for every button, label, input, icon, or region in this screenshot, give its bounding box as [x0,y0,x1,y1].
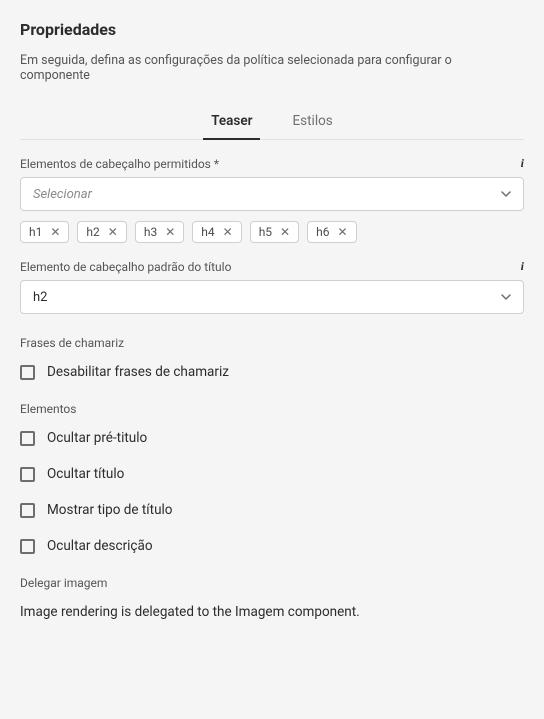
tab-teaser[interactable]: Teaser [207,105,256,139]
tag-label: h1 [29,225,42,239]
allowed-header-label: Elementos de cabeçalho permitidos * [20,157,219,171]
page-title: Propriedades [20,20,524,39]
close-icon[interactable]: ✕ [165,226,175,238]
tag-h3: h3 ✕ [135,221,184,243]
tag-h5: h5 ✕ [250,221,299,243]
checkbox-hide-description[interactable]: Ocultar descrição [20,538,524,554]
checkbox-disable-cta[interactable]: Desabilitar frases de chamariz [20,364,524,380]
tag-h2: h2 ✕ [77,221,126,243]
checkbox-box [20,365,35,380]
close-icon[interactable]: ✕ [337,226,347,238]
tag-h6: h6 ✕ [307,221,356,243]
default-header-label-row: Elemento de cabeçalho padrão do título i [20,259,524,274]
delegate-section-label: Delegar imagem [20,576,524,590]
select-placeholder: Selecionar [33,187,92,202]
close-icon[interactable]: ✕ [223,226,233,238]
checkbox-label: Ocultar pré-titulo [47,430,147,446]
tag-label: h5 [259,225,272,239]
tabs: Teaser Estilos [20,105,524,140]
page-subtitle: Em seguida, defina as configurações da p… [20,53,524,83]
tag-label: h6 [316,225,329,239]
allowed-header-tags: h1 ✕ h2 ✕ h3 ✕ h4 ✕ h5 ✕ h6 ✕ [20,221,524,243]
close-icon[interactable]: ✕ [280,226,290,238]
checkbox-box [20,467,35,482]
cta-section-label: Frases de chamariz [20,336,524,350]
info-icon[interactable]: i [521,259,524,274]
tag-label: h4 [201,225,214,239]
default-header-select[interactable]: h2 [20,280,524,314]
close-icon[interactable]: ✕ [108,226,118,238]
elements-section-label: Elementos [20,402,524,416]
allowed-header-label-row: Elementos de cabeçalho permitidos * i [20,156,524,171]
tag-h1: h1 ✕ [20,221,69,243]
info-icon[interactable]: i [521,156,524,171]
checkbox-hide-pretitle[interactable]: Ocultar pré-titulo [20,430,524,446]
close-icon[interactable]: ✕ [50,226,60,238]
checkbox-show-title-type[interactable]: Mostrar tipo de título [20,502,524,518]
default-header-label: Elemento de cabeçalho padrão do título [20,260,231,274]
tag-label: h3 [144,225,157,239]
tag-label: h2 [86,225,99,239]
tab-label: Estilos [292,113,332,129]
checkbox-label: Mostrar tipo de título [47,502,173,518]
tab-estilos[interactable]: Estilos [288,105,336,139]
checkbox-box [20,431,35,446]
checkbox-label: Ocultar descrição [47,538,153,554]
select-value: h2 [33,290,47,305]
checkbox-hide-title[interactable]: Ocultar título [20,466,524,482]
delegate-text: Image rendering is delegated to the Imag… [20,604,524,620]
checkbox-box [20,539,35,554]
properties-panel: Propriedades Em seguida, defina as confi… [0,0,544,620]
tab-label: Teaser [211,113,252,129]
checkbox-label: Desabilitar frases de chamariz [47,364,229,380]
chevron-down-icon [501,292,511,302]
chevron-down-icon [501,189,511,199]
tag-h4: h4 ✕ [192,221,241,243]
checkbox-box [20,503,35,518]
checkbox-label: Ocultar título [47,466,124,482]
allowed-header-select[interactable]: Selecionar [20,177,524,211]
